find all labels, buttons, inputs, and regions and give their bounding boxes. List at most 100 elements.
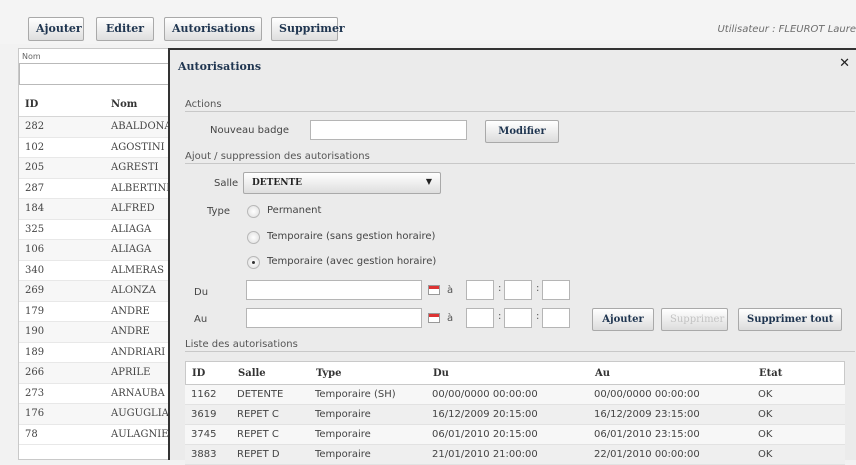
list-item[interactable]: 102 AGOSTINI bbox=[19, 138, 171, 158]
list-item[interactable]: 269 ALONZA bbox=[19, 281, 171, 302]
list-item[interactable]: 266 APRILE bbox=[19, 363, 171, 384]
list-item-id: 340 bbox=[25, 264, 45, 276]
list-item[interactable]: 325 ALIAGA bbox=[19, 220, 171, 240]
nouveau-badge-input[interactable] bbox=[310, 120, 467, 140]
supprimer-button[interactable]: Supprimer bbox=[271, 17, 345, 41]
search-input[interactable] bbox=[19, 63, 169, 85]
th-id[interactable]: ID bbox=[192, 368, 205, 379]
cell-salle: REPET C bbox=[237, 409, 279, 420]
au-minute-input[interactable] bbox=[504, 308, 532, 328]
du-second-input[interactable] bbox=[542, 280, 570, 300]
list-item-nom: ABALDONATO bbox=[111, 121, 171, 132]
ajouter-autorisation-button[interactable]: Ajouter bbox=[592, 308, 654, 331]
list-item-id: 179 bbox=[25, 305, 45, 317]
cell-etat: OK bbox=[758, 409, 773, 420]
radio-temporaire-avec-circle[interactable] bbox=[247, 256, 260, 269]
list-item-nom: ALFRED bbox=[111, 203, 155, 214]
du-minute-input[interactable] bbox=[504, 280, 532, 300]
col-nom-header[interactable]: Nom bbox=[111, 99, 137, 110]
table-row[interactable]: 3619 REPET C Temporaire 16/12/2009 20:15:00… bbox=[185, 405, 845, 425]
list-item[interactable]: 106 ALIAGA bbox=[19, 240, 171, 261]
list-item-id: 189 bbox=[25, 346, 45, 358]
cell-id: 3883 bbox=[191, 449, 217, 460]
list-item[interactable]: 282 ABALDONATO bbox=[19, 117, 171, 138]
modifier-button[interactable]: Modifier bbox=[485, 120, 559, 143]
list-item[interactable]: 189 ANDRIARI bbox=[19, 343, 171, 363]
liste-section-label: Liste des autorisations bbox=[185, 339, 298, 350]
th-du[interactable]: Du bbox=[433, 368, 449, 379]
close-icon[interactable]: ✕ bbox=[839, 56, 850, 71]
list-item[interactable]: 78 AULAGNIE bbox=[19, 425, 171, 445]
actions-section-label: Actions bbox=[185, 99, 222, 110]
th-salle[interactable]: Salle bbox=[238, 368, 266, 379]
table-row[interactable]: 3883 REPET D Temporaire 21/01/2010 21:00:00… bbox=[185, 445, 845, 465]
radio-temporaire-sans-label: Temporaire (sans gestion horaire) bbox=[267, 231, 436, 242]
autorisations-modal: Autorisations ✕ Actions Nouveau badge Mo… bbox=[168, 48, 856, 465]
cell-du: 06/01/2010 20:15:00 bbox=[432, 429, 538, 440]
list-item-nom: AUGUGLIA bbox=[111, 408, 169, 419]
radio-permanent-circle[interactable] bbox=[247, 205, 260, 218]
list-item-id: 205 bbox=[25, 162, 45, 173]
cell-du: 16/12/2009 20:15:00 bbox=[432, 409, 538, 420]
editer-button[interactable]: Editer bbox=[96, 17, 154, 41]
list-item-id: 184 bbox=[25, 203, 45, 214]
calendar-icon[interactable] bbox=[428, 285, 440, 295]
list-item-id: 106 bbox=[25, 244, 45, 255]
list-item-nom: ANDRIARI bbox=[111, 346, 166, 358]
du-hour-input[interactable] bbox=[466, 280, 494, 300]
au-colon-2: : bbox=[536, 311, 540, 322]
au-second-input[interactable] bbox=[542, 308, 570, 328]
list-item-id: 325 bbox=[25, 223, 45, 235]
actions-divider bbox=[185, 111, 855, 112]
list-item[interactable]: 340 ALMERAS bbox=[19, 261, 171, 281]
liste-divider bbox=[185, 351, 855, 352]
list-item[interactable]: 184 ALFRED bbox=[19, 199, 171, 220]
du-colon-2: : bbox=[536, 283, 540, 294]
salle-label: Salle bbox=[214, 178, 239, 189]
list-item-nom: AGRESTI bbox=[111, 162, 159, 173]
th-etat[interactable]: Etat bbox=[759, 368, 782, 379]
supprimer-tout-button[interactable]: Supprimer tout bbox=[738, 308, 842, 331]
list-item-nom: APRILE bbox=[111, 367, 151, 378]
au-colon-1: : bbox=[498, 311, 502, 322]
list-item[interactable]: 190 ANDRE bbox=[19, 322, 171, 343]
list-rows: 282 ABALDONATO 102 AGOSTINI 205 AGRESTI 287 ALB… bbox=[19, 117, 171, 445]
list-item[interactable]: 273 ARNAUBA bbox=[19, 384, 171, 404]
supprimer-autorisation-button[interactable]: Supprimer bbox=[661, 308, 728, 331]
au-date-input[interactable] bbox=[246, 308, 422, 328]
cell-du: 00/00/0000 00:00:00 bbox=[432, 389, 538, 400]
radio-temporaire-avec[interactable]: Temporaire (avec gestion horaire) bbox=[247, 255, 477, 271]
type-label: Type bbox=[207, 206, 230, 217]
calendar-icon[interactable] bbox=[428, 313, 440, 323]
cell-au: 16/12/2009 23:15:00 bbox=[594, 409, 700, 420]
ajout-section-label: Ajout / suppression des autorisations bbox=[185, 151, 370, 162]
list-item-id: 176 bbox=[25, 408, 45, 419]
cell-type: Temporaire bbox=[315, 409, 371, 420]
table-row[interactable]: 3745 REPET C Temporaire 06/01/2010 20:15:00… bbox=[185, 425, 845, 445]
th-au[interactable]: Au bbox=[595, 368, 610, 379]
list-item[interactable]: 179 ANDRE bbox=[19, 302, 171, 322]
list-item[interactable]: 176 AUGUGLIA bbox=[19, 404, 171, 425]
radio-permanent[interactable]: Permanent bbox=[247, 204, 387, 220]
list-item[interactable]: 205 AGRESTI bbox=[19, 158, 171, 179]
radio-temporaire-sans-circle[interactable] bbox=[247, 231, 260, 244]
list-item-nom: ALIAGA bbox=[111, 244, 152, 255]
th-type[interactable]: Type bbox=[316, 368, 342, 379]
radio-temporaire-sans[interactable]: Temporaire (sans gestion horaire) bbox=[247, 230, 477, 246]
chevron-down-icon: ▼ bbox=[425, 177, 432, 186]
list-item-nom: ALIAGA bbox=[111, 223, 152, 235]
cell-etat: OK bbox=[758, 389, 773, 400]
list-item-nom: ALMERAS bbox=[111, 264, 165, 276]
salle-select[interactable]: DETENTE ▼ bbox=[243, 172, 441, 194]
table-row[interactable]: 1162 DETENTE Temporaire (SH) 00/00/0000 00:… bbox=[185, 385, 845, 405]
list-item[interactable]: 287 ALBERTINI bbox=[19, 179, 171, 199]
ajouter-button[interactable]: Ajouter bbox=[28, 17, 84, 41]
nouveau-badge-label: Nouveau badge bbox=[210, 125, 289, 136]
col-id-header[interactable]: ID bbox=[25, 99, 38, 110]
cell-au: 06/01/2010 23:15:00 bbox=[594, 429, 700, 440]
autorisations-button[interactable]: Autorisations bbox=[164, 17, 262, 41]
list-item-nom: AULAGNIE bbox=[111, 428, 169, 440]
du-date-input[interactable] bbox=[246, 280, 422, 300]
au-hour-input[interactable] bbox=[466, 308, 494, 328]
list-item-id: 282 bbox=[25, 121, 45, 132]
